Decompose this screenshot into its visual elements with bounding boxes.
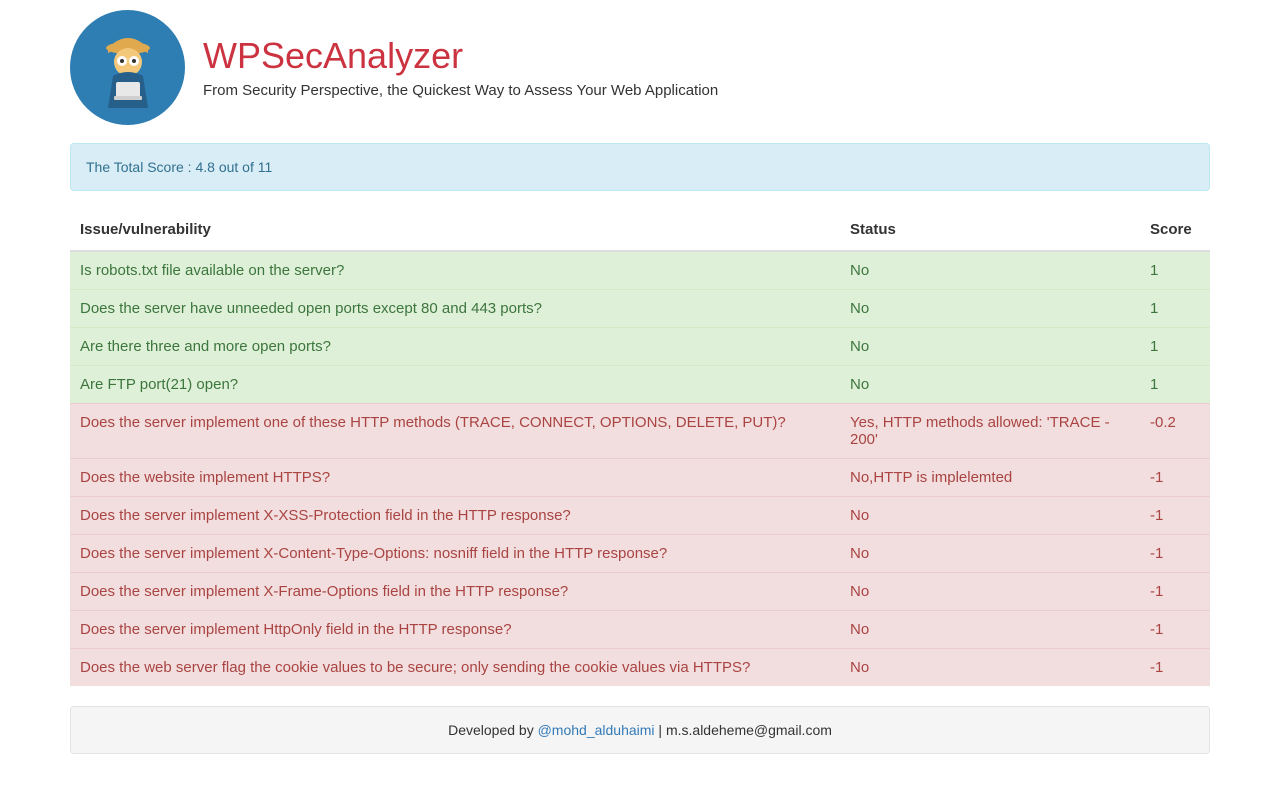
cell-score: -1 (1140, 649, 1210, 687)
cell-issue: Does the server have unneeded open ports… (70, 290, 840, 328)
table-row: Does the server implement X-XSS-Protecti… (70, 497, 1210, 535)
footer-suffix: | m.s.aldeheme@gmail.com (655, 722, 832, 738)
cell-score: 1 (1140, 366, 1210, 404)
cell-score: 1 (1140, 328, 1210, 366)
col-header-status: Status (840, 211, 1140, 251)
table-row: Does the server implement HttpOnly field… (70, 611, 1210, 649)
total-score-panel: The Total Score : 4.8 out of 11 (70, 143, 1210, 191)
table-header-row: Issue/vulnerability Status Score (70, 211, 1210, 251)
table-row: Does the server implement one of these H… (70, 404, 1210, 459)
cell-issue: Does the web server flag the cookie valu… (70, 649, 840, 687)
table-row: Does the server implement X-Frame-Option… (70, 573, 1210, 611)
cell-status: No (840, 649, 1140, 687)
app-tagline: From Security Perspective, the Quickest … (203, 82, 718, 99)
cell-issue: Does the server implement one of these H… (70, 404, 840, 459)
cell-score: -0.2 (1140, 404, 1210, 459)
developer-link[interactable]: @mohd_alduhaimi (538, 722, 655, 738)
cell-issue: Does the server implement X-Frame-Option… (70, 573, 840, 611)
cell-issue: Are FTP port(21) open? (70, 366, 840, 404)
cell-score: -1 (1140, 573, 1210, 611)
table-row: Does the website implement HTTPS?No,HTTP… (70, 459, 1210, 497)
cell-status: No (840, 328, 1140, 366)
app-header: WPSecAnalyzer From Security Perspective,… (70, 0, 1210, 143)
app-logo-icon (70, 10, 185, 125)
title-block: WPSecAnalyzer From Security Perspective,… (203, 36, 718, 99)
cell-score: 1 (1140, 251, 1210, 290)
footer-prefix: Developed by (448, 722, 538, 738)
results-table: Issue/vulnerability Status Score Is robo… (70, 211, 1210, 686)
cell-score: -1 (1140, 497, 1210, 535)
cell-issue: Does the website implement HTTPS? (70, 459, 840, 497)
cell-status: No,HTTP is implelemted (840, 459, 1140, 497)
table-row: Does the web server flag the cookie valu… (70, 649, 1210, 687)
cell-issue: Does the server implement HttpOnly field… (70, 611, 840, 649)
footer-bar: Developed by @mohd_alduhaimi | m.s.aldeh… (70, 706, 1210, 754)
cell-issue: Does the server implement X-Content-Type… (70, 535, 840, 573)
cell-issue: Is robots.txt file available on the serv… (70, 251, 840, 290)
cell-score: -1 (1140, 611, 1210, 649)
table-row: Does the server implement X-Content-Type… (70, 535, 1210, 573)
cell-status: No (840, 497, 1140, 535)
cell-score: 1 (1140, 290, 1210, 328)
cell-status: No (840, 251, 1140, 290)
cell-score: -1 (1140, 459, 1210, 497)
col-header-score: Score (1140, 211, 1210, 251)
table-row: Are FTP port(21) open?No1 (70, 366, 1210, 404)
cell-issue: Are there three and more open ports? (70, 328, 840, 366)
col-header-issue: Issue/vulnerability (70, 211, 840, 251)
cell-status: No (840, 573, 1140, 611)
cell-score: -1 (1140, 535, 1210, 573)
app-title: WPSecAnalyzer (203, 36, 718, 76)
cell-status: No (840, 535, 1140, 573)
cell-status: No (840, 290, 1140, 328)
cell-status: No (840, 611, 1140, 649)
table-row: Does the server have unneeded open ports… (70, 290, 1210, 328)
cell-status: No (840, 366, 1140, 404)
cell-issue: Does the server implement X-XSS-Protecti… (70, 497, 840, 535)
table-row: Is robots.txt file available on the serv… (70, 251, 1210, 290)
table-row: Are there three and more open ports?No1 (70, 328, 1210, 366)
cell-status: Yes, HTTP methods allowed: 'TRACE - 200' (840, 404, 1140, 459)
